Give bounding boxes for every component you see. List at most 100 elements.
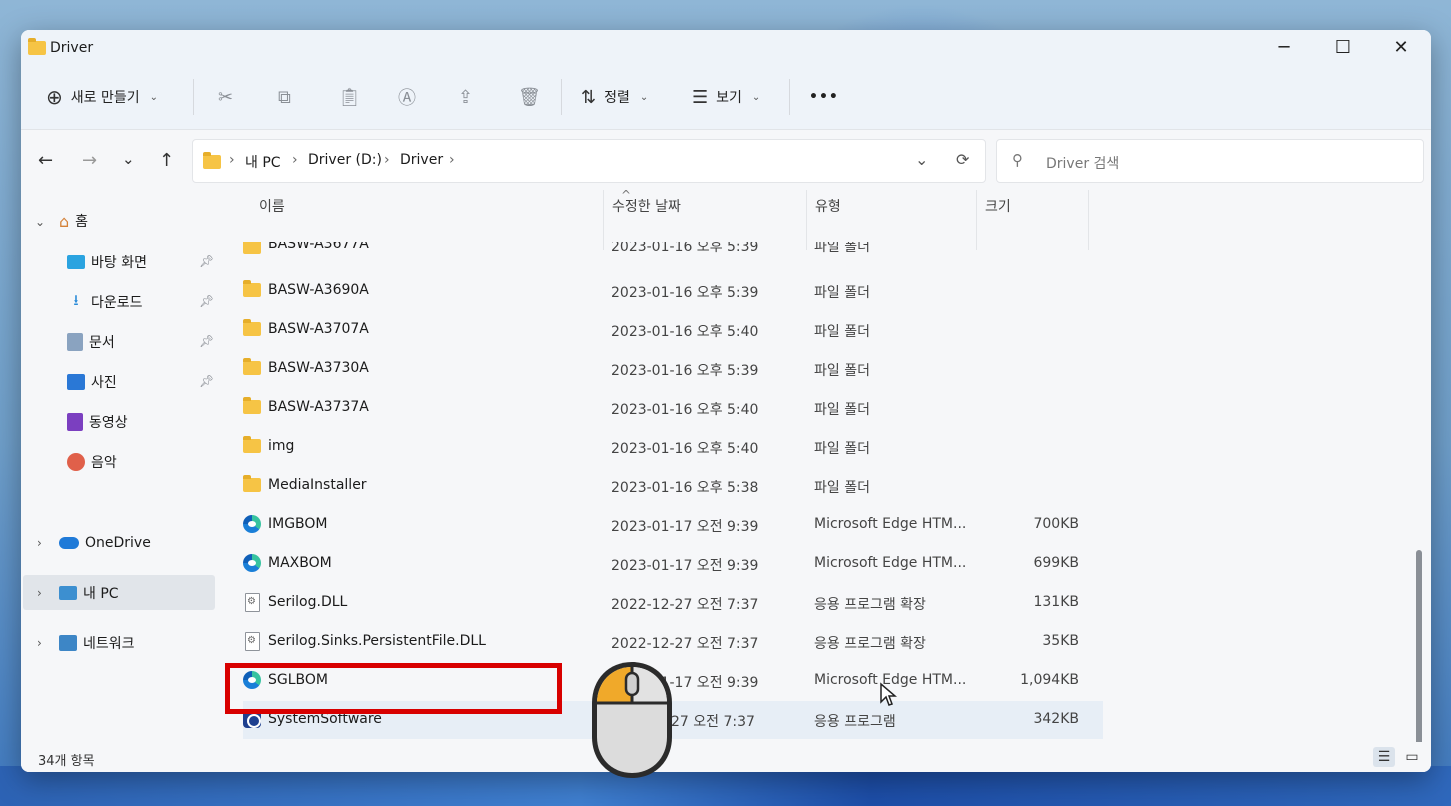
plus-circle-icon: ⊕ [46,85,63,109]
folder-icon [243,358,263,377]
breadcrumb-separator: › [292,152,298,168]
details-view-icon[interactable]: ☰ [1373,747,1395,767]
sidebar-item-documents[interactable]: 문서 [67,325,115,359]
file-date: 2023-01-17 오전 9:39 [611,519,759,535]
sidebar-item-home[interactable]: ⌂ 홈 [59,204,88,238]
file-row[interactable]: BASW-A3730A 2023-01-16 오후 5:39 파일 폴더 [243,350,1103,388]
minimize-button[interactable]: ─ [1261,34,1307,62]
file-type: 응용 프로그램 확장 [814,636,926,652]
file-type: 파일 폴더 [814,242,870,255]
sidebar-item-network[interactable]: 네트워크 [59,626,135,660]
column-header-type[interactable]: 유형 [815,196,841,216]
back-arrow-icon[interactable]: ← [38,150,53,171]
file-name: img [268,438,295,454]
file-name: Serilog.DLL [268,594,348,610]
videos-icon [67,413,83,431]
view-button[interactable]: ☰ 보기 ⌄ [692,64,760,130]
file-name: BASW-A3737A [268,399,369,415]
breadcrumb-item-drive[interactable]: Driver (D:) [308,152,382,168]
download-icon: ⭳ [73,290,79,309]
maximize-button[interactable]: ☐ [1320,34,1366,62]
close-button[interactable]: ✕ [1378,34,1424,62]
file-row[interactable]: IMGBOM 2023-01-17 오전 9:39 Microsoft Edge H… [243,506,1103,544]
sidebar-item-videos[interactable]: 동영상 [67,405,128,439]
sidebar-item-music[interactable]: 음악 [67,445,117,479]
chevron-down-icon: ⌄ [149,91,159,103]
breadcrumb-separator: › [229,152,235,168]
folder-icon [243,280,263,299]
search-icon: ⚲ [1012,151,1023,169]
paste-button[interactable]: 📋︎ [338,64,361,130]
sidebar-item-label: OneDrive [85,535,151,551]
file-date: 27 오전 7:37 [671,714,755,730]
file-row[interactable]: BASW-A3677A 2023-01-16 오후 5:39 파일 폴더 [243,242,1103,262]
file-date: 2023-01-16 오후 5:40 [611,324,759,340]
column-divider [603,190,604,250]
file-name: BASW-A3690A [268,282,369,298]
search-box[interactable]: ⚲ Driver 검색 [996,139,1424,183]
column-divider [976,190,977,250]
new-button[interactable]: ⊕ 새로 만들기 ⌄ [46,64,158,130]
file-row[interactable]: BASW-A3737A 2023-01-16 오후 5:40 파일 폴더 [243,389,1103,427]
column-header-size[interactable]: 크기 [985,196,1011,216]
column-header-name[interactable]: 이름 [259,196,285,216]
file-row[interactable]: img 2023-01-16 오후 5:40 파일 폴더 [243,428,1103,466]
file-date: 2022-12-27 오전 7:37 [611,636,759,652]
chevron-down-icon: ⌄ [639,91,649,103]
file-name: BASW-A3730A [268,360,369,376]
up-arrow-icon[interactable]: ↑ [159,150,174,171]
list-view-icon: ☰ [692,86,709,108]
address-history-chevron-icon[interactable]: ⌄ [915,150,928,169]
file-row[interactable]: BASW-A3707A 2023-01-16 오후 5:40 파일 폴더 [243,311,1103,349]
sidebar-item-onedrive[interactable]: OneDrive [59,526,151,560]
scrollbar-thumb[interactable] [1416,550,1422,750]
forward-arrow-icon[interactable]: → [82,150,97,171]
chevron-right-icon[interactable]: › [37,536,42,550]
pin-icon[interactable]: 📌︎ [199,254,214,268]
delete-button[interactable]: 🗑︎ [518,64,541,130]
chevron-down-icon[interactable]: ⌄ [35,215,45,229]
large-icons-view-icon[interactable]: ▭ [1401,747,1423,767]
file-row[interactable]: Serilog.Sinks.PersistentFile.DLL 2022-12-… [243,623,1103,661]
share-button[interactable]: ⇪ [458,64,473,130]
toolbar-divider [789,79,790,115]
sidebar-item-pictures[interactable]: 사진 [67,365,117,399]
address-bar[interactable]: › 내 PC › Driver (D:) › Driver › ⌄ ⟳ [192,139,986,183]
sidebar-item-this-pc[interactable]: 내 PC [59,576,119,610]
chevron-right-icon[interactable]: › [37,636,42,650]
rename-button[interactable]: Ⓐ [398,64,416,130]
sidebar-item-downloads[interactable]: ⭳ 다운로드 [67,285,142,319]
pictures-icon [67,374,85,390]
view-label: 보기 [716,90,742,106]
breadcrumb-item-folder[interactable]: Driver [400,152,443,168]
file-row[interactable]: MAXBOM 2023-01-17 오전 9:39 Microsoft Edge H… [243,545,1103,583]
file-size: 35KB [1042,633,1079,649]
breadcrumb-separator: › [449,152,455,168]
file-row[interactable]: Serilog.DLL 2022-12-27 오전 7:37 응용 프로그램 확장 1… [243,584,1103,622]
more-button[interactable]: ••• [809,64,839,130]
file-row[interactable]: BASW-A3690A 2023-01-16 오후 5:39 파일 폴더 [243,272,1103,310]
network-icon [59,635,77,651]
pin-icon[interactable]: 📌︎ [199,334,214,348]
mouse-illustration [589,659,675,781]
recent-locations-icon[interactable]: ⌄ [122,150,135,168]
sidebar-item-label: 문서 [89,335,115,351]
column-header-date[interactable]: 수정한 날짜 [612,196,681,216]
file-date: 2023-01-16 오후 5:38 [611,480,759,496]
file-row[interactable]: MediaInstaller 2023-01-16 오후 5:38 파일 폴더 [243,467,1103,505]
sidebar-item-label: 사진 [91,375,117,391]
folder-icon [243,242,263,256]
pin-icon[interactable]: 📌︎ [199,374,214,388]
dll-icon [243,593,263,612]
cut-button[interactable]: ✂ [218,64,233,130]
sidebar-item-desktop[interactable]: 바탕 화면 [67,245,147,279]
chevron-right-icon[interactable]: › [37,586,42,600]
file-name: Serilog.Sinks.PersistentFile.DLL [268,633,486,649]
mouse-icon [592,662,672,778]
pin-icon[interactable]: 📌︎ [199,294,214,308]
copy-button[interactable]: ⧉ [278,64,291,130]
file-type: 파일 폴더 [814,480,870,496]
breadcrumb-item-this-pc[interactable]: 내 PC [245,152,281,172]
refresh-icon[interactable]: ⟳ [956,150,969,169]
sort-button[interactable]: ⇅ 정렬 ⌄ [581,64,648,130]
